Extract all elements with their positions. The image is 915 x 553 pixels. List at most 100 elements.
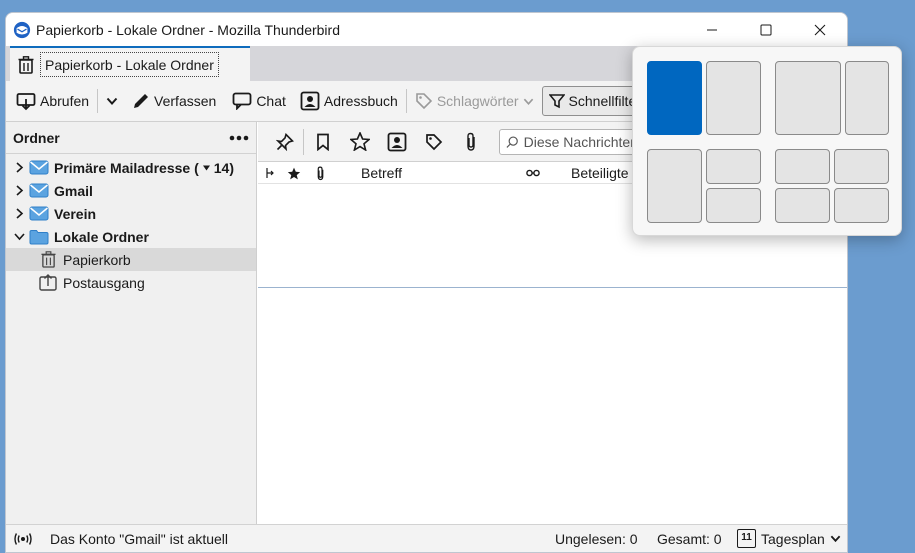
close-button[interactable] xyxy=(793,13,847,46)
online-status-icon[interactable] xyxy=(13,532,33,546)
message-search-input[interactable]: Diese Nachrichten xyxy=(499,128,639,155)
subject-column-label: Betreff xyxy=(361,165,402,181)
filter-starred-button[interactable] xyxy=(341,127,378,157)
tags-button[interactable]: Schlagwörter xyxy=(411,86,538,116)
correspondents-column-label: Beteiligte xyxy=(571,165,629,181)
subject-column[interactable]: Betreff xyxy=(361,162,402,184)
download-icon xyxy=(16,93,36,111)
chevron-down-icon xyxy=(830,535,841,543)
tag-icon xyxy=(416,93,432,110)
caret-down-icon xyxy=(202,165,210,170)
chat-icon xyxy=(232,92,252,110)
folder-pane-title: Ordner xyxy=(13,129,60,146)
folder-account-verein[interactable]: Verein xyxy=(6,202,256,225)
snap-zone-quad-bottom-left[interactable] xyxy=(775,188,830,223)
folder-trash[interactable]: Papierkorb xyxy=(6,248,256,271)
pin-icon xyxy=(275,132,294,151)
snap-zone-quad-top-left[interactable] xyxy=(775,149,830,184)
paperclip-icon xyxy=(317,166,324,180)
filter-contact-button[interactable] xyxy=(378,127,415,157)
read-status-column[interactable] xyxy=(526,162,540,184)
toolbar-separator xyxy=(405,89,407,113)
folder-label: Lokale Ordner xyxy=(54,228,149,245)
chevron-right-icon[interactable] xyxy=(12,185,26,196)
snap-zone-half-left[interactable] xyxy=(647,61,702,135)
tab-papierkorb[interactable]: Papierkorb - Lokale Ordner xyxy=(10,46,250,81)
snap-zone-quad-bottom-right[interactable] xyxy=(834,188,889,223)
get-messages-dropdown[interactable] xyxy=(102,86,122,116)
minimize-button[interactable] xyxy=(685,13,739,46)
snap-zone-left-column[interactable] xyxy=(647,149,702,223)
folder-account-gmail[interactable]: Gmail xyxy=(6,179,256,202)
window-controls xyxy=(685,13,847,46)
snap-zone-half-right[interactable] xyxy=(706,61,761,135)
address-book-icon xyxy=(300,91,320,111)
unread-count: 14 xyxy=(213,159,230,176)
paperclip-icon xyxy=(466,132,475,151)
more-options-icon[interactable] xyxy=(229,135,249,141)
mail-account-icon xyxy=(29,204,49,224)
maximize-button[interactable] xyxy=(739,13,793,46)
close-icon xyxy=(814,24,826,35)
chevron-down-icon xyxy=(106,97,118,105)
filter-tags-button[interactable] xyxy=(415,127,452,157)
chat-label: Chat xyxy=(256,93,286,109)
toolbar-separator xyxy=(97,89,99,113)
starred-column[interactable] xyxy=(287,162,301,184)
mail-account-icon xyxy=(29,158,49,178)
snap-zone-one-third-right[interactable] xyxy=(845,61,889,135)
attachment-column[interactable] xyxy=(316,162,325,184)
total-count-status: Gesamt: 0 xyxy=(657,530,722,547)
thread-icon xyxy=(266,168,274,178)
correspondents-column[interactable]: Beteiligte xyxy=(571,162,629,184)
folder-pane: Ordner Primäre Mailadresse (14) Gmail … xyxy=(6,122,257,526)
calendar-day: 11 xyxy=(741,532,752,543)
tag-icon xyxy=(425,133,442,150)
folder-outbox[interactable]: Postausgang xyxy=(6,271,256,294)
status-message: Das Konto "Gmail" ist aktuell xyxy=(50,530,229,547)
snap-zone-bottom-right[interactable] xyxy=(706,188,761,223)
compose-button[interactable]: Verfassen xyxy=(128,86,220,116)
snap-layouts-flyout xyxy=(632,46,902,236)
bookmark-icon xyxy=(316,133,329,151)
folder-account-local[interactable]: Lokale Ordner xyxy=(6,225,256,248)
chevron-right-icon[interactable] xyxy=(12,162,26,173)
get-messages-label: Abrufen xyxy=(40,93,90,109)
get-messages-button[interactable]: Abrufen xyxy=(12,86,93,116)
quick-filter-label: Schnellfilter xyxy=(568,93,641,109)
snap-zone-quad-top-right[interactable] xyxy=(834,149,889,184)
tags-label: Schlagwörter xyxy=(436,93,519,109)
thread-column[interactable] xyxy=(265,162,275,184)
snap-zone-top-right[interactable] xyxy=(706,149,761,184)
search-placeholder: Diese Nachrichten xyxy=(523,133,638,150)
filter-unread-button[interactable] xyxy=(304,127,341,157)
address-book-icon xyxy=(387,132,406,151)
today-pane-button[interactable]: 11 Tagesplan xyxy=(737,529,841,548)
filter-icon xyxy=(548,94,565,109)
filter-attachment-button[interactable] xyxy=(452,127,489,157)
tab-label: Papierkorb - Lokale Ordner xyxy=(40,52,219,77)
maximize-icon xyxy=(760,24,772,35)
snap-zone-two-thirds-left[interactable] xyxy=(775,61,841,135)
folder-label: Primäre Mailadresse ( xyxy=(54,159,199,176)
preview-pane-splitter[interactable] xyxy=(258,287,847,288)
address-book-label: Adressbuch xyxy=(323,93,398,109)
read-status-icon xyxy=(526,169,540,177)
chevron-right-icon[interactable] xyxy=(12,208,26,219)
folder-label: Postausgang xyxy=(63,274,145,291)
today-pane-label: Tagesplan xyxy=(761,530,825,547)
address-book-button[interactable]: Adressbuch xyxy=(296,86,402,116)
mail-account-icon xyxy=(29,181,49,201)
star-icon xyxy=(349,132,370,151)
folder-label: Gmail xyxy=(54,182,93,199)
chevron-down-icon[interactable] xyxy=(12,232,26,241)
folder-account-primary[interactable]: Primäre Mailadresse ( 14 ) xyxy=(6,156,256,179)
trash-icon xyxy=(38,250,58,270)
outbox-icon xyxy=(38,273,58,293)
status-bar: Das Konto "Gmail" ist aktuell Ungelesen:… xyxy=(6,524,847,552)
unread-count-status: Ungelesen: 0 xyxy=(555,530,638,547)
sticky-filter-button[interactable] xyxy=(266,127,303,157)
chat-button[interactable]: Chat xyxy=(228,86,290,116)
title-bar[interactable]: Papierkorb - Lokale Ordner - Mozilla Thu… xyxy=(6,13,847,46)
thunderbird-logo-icon xyxy=(13,21,31,38)
